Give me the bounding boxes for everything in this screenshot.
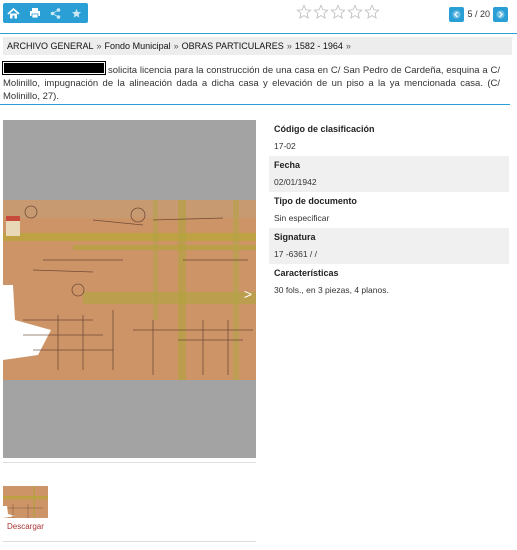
next-image-arrow[interactable]: >	[244, 286, 252, 302]
star-icon[interactable]	[347, 4, 363, 20]
metadata-panel: Código de clasificación 17-02 Fecha 02/0…	[269, 120, 509, 300]
breadcrumb-separator: »	[173, 41, 179, 51]
previous-page-button[interactable]	[449, 6, 465, 22]
redacted-name	[2, 61, 106, 75]
next-page-button[interactable]	[493, 6, 508, 22]
metadata-row: Código de clasificación 17-02	[269, 120, 509, 156]
divider	[3, 462, 256, 463]
next-icon	[496, 10, 505, 18]
pagination: 5 / 20	[449, 5, 508, 23]
metadata-value: 02/01/1942	[274, 177, 317, 187]
toolbar	[3, 3, 88, 23]
document-thumbnail[interactable]	[3, 486, 48, 518]
metadata-label: Signatura	[274, 232, 316, 242]
metadata-row: Fecha 02/01/1942	[269, 156, 509, 192]
breadcrumb-item[interactable]: ARCHIVO GENERAL	[7, 41, 94, 51]
star-icon[interactable]	[364, 4, 380, 20]
share-icon[interactable]	[45, 3, 66, 23]
metadata-row: Tipo de documento Sin especificar	[269, 192, 509, 228]
metadata-value: 17-02	[274, 141, 296, 151]
metadata-label: Tipo de documento	[274, 196, 357, 206]
divider	[0, 33, 517, 34]
metadata-value: 17 -6361 / /	[274, 249, 318, 259]
thumbnail-image	[3, 486, 48, 518]
metadata-label: Código de clasificación	[274, 124, 375, 134]
divider	[3, 541, 256, 542]
breadcrumb-separator: »	[286, 41, 292, 51]
breadcrumb: ARCHIVO GENERAL » Fondo Municipal » OBRA…	[3, 37, 512, 55]
metadata-row: Características 30 fols., en 3 piezas, 4…	[269, 264, 509, 300]
metadata-label: Fecha	[274, 160, 301, 170]
page-indicator: 5 / 20	[467, 9, 490, 19]
star-icon[interactable]	[296, 4, 312, 20]
metadata-row: Signatura 17 -6361 / /	[269, 228, 509, 264]
document-image-viewer[interactable]: >	[3, 120, 256, 458]
divider	[0, 104, 510, 105]
metadata-value: 30 fols., en 3 piezas, 4 planos.	[274, 285, 389, 295]
previous-icon	[452, 10, 461, 18]
record-description: solicita licencia para la construcción d…	[2, 61, 500, 103]
metadata-label: Características	[274, 268, 339, 278]
rating-stars	[296, 4, 380, 20]
breadcrumb-item[interactable]: Fondo Municipal	[105, 41, 171, 51]
print-icon[interactable]	[24, 3, 45, 23]
breadcrumb-item[interactable]: 1582 - 1964	[295, 41, 343, 51]
favorite-star-icon[interactable]	[66, 3, 87, 23]
star-icon[interactable]	[330, 4, 346, 20]
breadcrumb-separator: »	[96, 41, 102, 51]
metadata-value: Sin especificar	[274, 213, 330, 223]
breadcrumb-item[interactable]: OBRAS PARTICULARES	[182, 41, 284, 51]
breadcrumb-separator: »	[345, 41, 351, 51]
star-icon[interactable]	[313, 4, 329, 20]
home-icon[interactable]	[3, 3, 24, 23]
document-scan-image	[3, 120, 256, 458]
download-link[interactable]: Descargar	[7, 522, 44, 531]
